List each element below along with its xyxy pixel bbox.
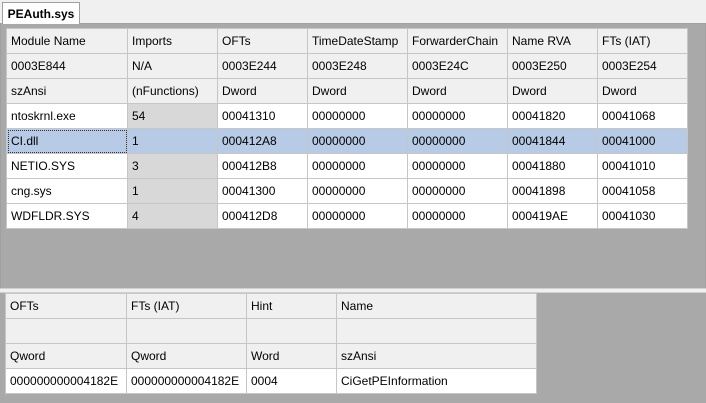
offset-row-cell[interactable]: 0003E248 <box>307 53 408 79</box>
column-header-row-cell[interactable]: Module Name <box>6 28 128 54</box>
column-header-row-cell[interactable]: Hint <box>246 293 337 319</box>
column-header-row-cell[interactable]: OFTs <box>5 293 127 319</box>
table-row-cell[interactable]: 000419AE <box>507 203 598 229</box>
table-row-cell[interactable]: ntoskrnl.exe <box>6 103 128 129</box>
table-row[interactable]: WDFLDR.SYS 4 000412D8 00000000 00000000 00041… <box>6 203 688 229</box>
table-row-cell[interactable]: 00000000 <box>407 128 508 154</box>
table-row-cell[interactable]: 1 <box>127 128 218 154</box>
column-header-row-cell[interactable]: OFTs <box>217 28 308 54</box>
table-row-cell[interactable]: 000412B8 <box>217 153 308 179</box>
table-row-cell[interactable]: 1 <box>127 178 218 204</box>
table-row-cell[interactable]: 00041844 <box>507 128 598 154</box>
table-row-cell[interactable]: 00041880 <box>507 153 598 179</box>
table-row-cell[interactable]: NETIO.SYS <box>6 153 128 179</box>
type-row[interactable]: szAnsi (nFunctions) Dword Dword Dword Dword Dw… <box>6 78 688 104</box>
table-row-cell[interactable]: 00041898 <box>507 178 598 204</box>
type-row-cell[interactable]: Dword <box>307 78 408 104</box>
table-row-cell[interactable]: 4 <box>127 203 218 229</box>
type-row-cell[interactable]: Dword <box>507 78 598 104</box>
imports-table: Module Name Imports OFTs TimeDateStamp Forwa… <box>6 28 688 229</box>
column-header-row-cell[interactable]: Name RVA <box>507 28 598 54</box>
table-row-cell[interactable]: CI.dll <box>6 128 128 154</box>
column-header-row-cell[interactable]: Imports <box>127 28 218 54</box>
type-row-cell[interactable]: Word <box>246 343 337 369</box>
functions-panel: OFTs FTs (IAT) Hint Name Qword Qword Word szAns… <box>0 293 706 403</box>
table-row-cell[interactable]: WDFLDR.SYS <box>6 203 128 229</box>
column-header-row-cell[interactable]: FTs (IAT) <box>126 293 247 319</box>
table-row-cell[interactable]: 000412D8 <box>217 203 308 229</box>
table-row-cell[interactable]: 3 <box>127 153 218 179</box>
table-row-cell[interactable]: 00041300 <box>217 178 308 204</box>
type-row[interactable]: Qword Qword Word szAnsi <box>5 343 537 369</box>
type-row-cell[interactable]: Qword <box>5 343 127 369</box>
table-row[interactable]: 000000000004182E 000000000004182E 0004 CiGe… <box>5 368 537 394</box>
type-row-cell[interactable]: Dword <box>597 78 688 104</box>
table-row-cell[interactable]: 000000000004182E <box>5 368 127 394</box>
table-row-cell[interactable]: 00041000 <box>597 128 688 154</box>
type-row-cell[interactable]: Qword <box>126 343 247 369</box>
table-row-cell[interactable]: 00000000 <box>407 103 508 129</box>
type-row-cell[interactable]: szAnsi <box>336 343 537 369</box>
type-row-cell[interactable]: Dword <box>217 78 308 104</box>
type-row-cell[interactable]: (nFunctions) <box>127 78 218 104</box>
type-row-cell[interactable]: szAnsi <box>6 78 128 104</box>
offset-row-cell[interactable]: 0003E244 <box>217 53 308 79</box>
offset-row-cell[interactable]: 0003E254 <box>597 53 688 79</box>
table-row-cell[interactable]: 000412A8 <box>217 128 308 154</box>
table-row-cell[interactable]: cng.sys <box>6 178 128 204</box>
table-row[interactable]: ntoskrnl.exe 54 00041310 00000000 00000000 00… <box>6 103 688 129</box>
table-row[interactable]: CI.dll 1 000412A8 00000000 00000000 00041844 0… <box>6 128 688 154</box>
table-row-cell[interactable]: 00000000 <box>307 178 408 204</box>
table-row-cell[interactable]: CiGetPEInformation <box>336 368 537 394</box>
table-row[interactable]: NETIO.SYS 3 000412B8 00000000 00000000 000418… <box>6 153 688 179</box>
table-row[interactable]: cng.sys 1 00041300 00000000 00000000 00041898… <box>6 178 688 204</box>
table-row-cell[interactable]: 00041820 <box>507 103 598 129</box>
offset-row-cell[interactable]: 0003E250 <box>507 53 598 79</box>
type-row-cell[interactable]: Dword <box>407 78 508 104</box>
table-row-cell[interactable]: 0004 <box>246 368 337 394</box>
column-header-row-cell[interactable]: Name <box>336 293 537 319</box>
table-row-cell[interactable]: 00000000 <box>407 203 508 229</box>
table-row-cell[interactable]: 00041310 <box>217 103 308 129</box>
column-header-row-cell[interactable]: TimeDateStamp <box>307 28 408 54</box>
offset-row-cell[interactable]: 0003E24C <box>407 53 508 79</box>
offset-row-cell[interactable] <box>126 318 247 344</box>
table-row-cell[interactable]: 00041058 <box>597 178 688 204</box>
table-row-cell[interactable]: 00000000 <box>307 128 408 154</box>
column-header-row-cell[interactable]: FTs (IAT) <box>597 28 688 54</box>
offset-row-cell[interactable]: N/A <box>127 53 218 79</box>
offset-row[interactable]: 0003E844 N/A 0003E244 0003E248 0003E24C 0003E… <box>6 53 688 79</box>
table-row-cell[interactable]: 00041068 <box>597 103 688 129</box>
column-header-row-cell[interactable]: ForwarderChain <box>407 28 508 54</box>
table-row-cell[interactable]: 00000000 <box>307 203 408 229</box>
offset-row-cell[interactable] <box>336 318 537 344</box>
offset-row-cell[interactable]: 0003E844 <box>6 53 128 79</box>
column-header-row[interactable]: Module Name Imports OFTs TimeDateStamp Forwa… <box>6 28 688 54</box>
tab-bar: PEAuth.sys <box>0 0 706 25</box>
functions-table: OFTs FTs (IAT) Hint Name Qword Qword Word szAns… <box>5 293 537 394</box>
table-row-cell[interactable]: 000000000004182E <box>126 368 247 394</box>
offset-row-cell[interactable] <box>5 318 127 344</box>
table-row-cell[interactable]: 00041030 <box>597 203 688 229</box>
table-row-cell[interactable]: 00000000 <box>307 103 408 129</box>
table-row-cell[interactable]: 54 <box>127 103 218 129</box>
offset-row-cell[interactable] <box>246 318 337 344</box>
imports-panel: Module Name Imports OFTs TimeDateStamp Forwa… <box>0 24 706 288</box>
table-row-cell[interactable]: 00000000 <box>407 178 508 204</box>
table-row-cell[interactable]: 00000000 <box>407 153 508 179</box>
table-row-cell[interactable]: 00041010 <box>597 153 688 179</box>
tab-peauth-sys[interactable]: PEAuth.sys <box>2 2 80 25</box>
column-header-row[interactable]: OFTs FTs (IAT) Hint Name <box>5 293 537 319</box>
offset-row[interactable] <box>5 318 537 344</box>
table-row-cell[interactable]: 00000000 <box>307 153 408 179</box>
